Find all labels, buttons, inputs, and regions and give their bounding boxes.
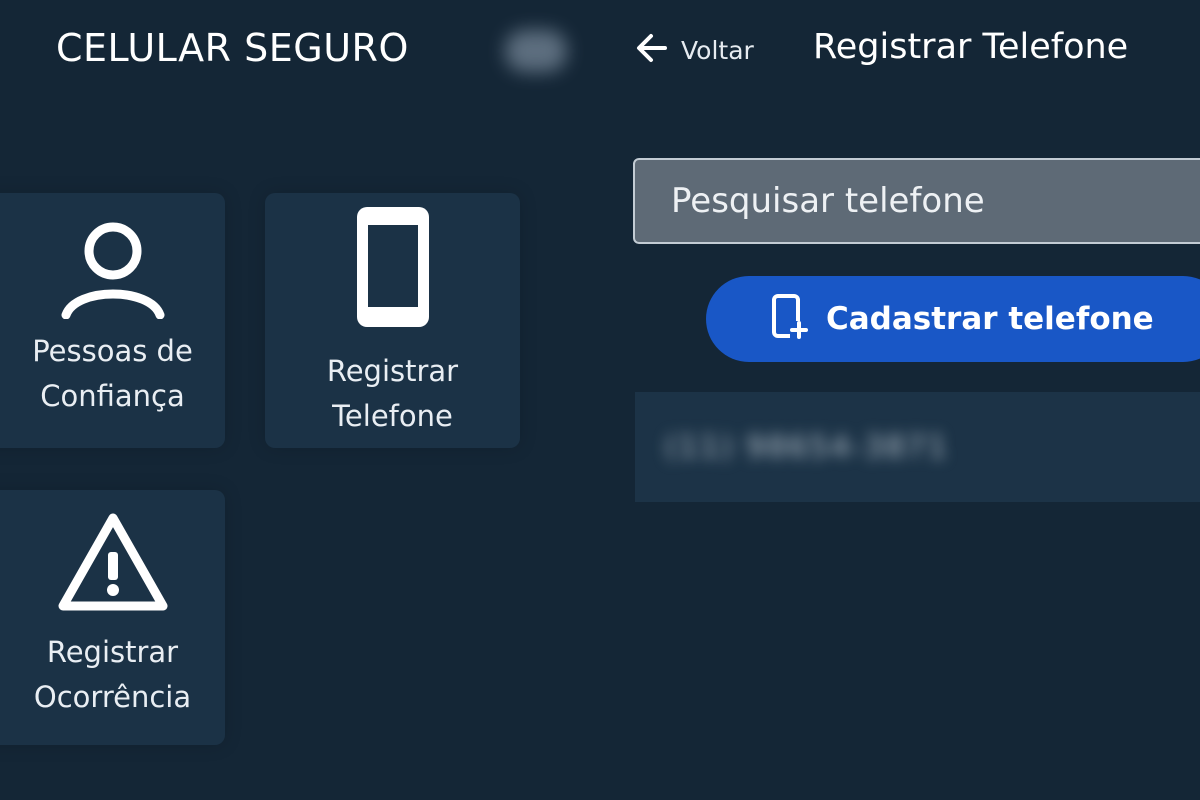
add-phone-button[interactable]: Cadastrar telefone [706,276,1200,362]
screen-title: Registrar Telefone [813,27,1129,67]
tile-label: Registrar Telefone [326,354,459,433]
tile-register-phone[interactable]: Registrar Telefone [265,193,520,448]
tile-label: Pessoas de Confiança [32,334,193,413]
blurred-avatar [505,30,567,72]
app-title: CELULAR SEGURO [56,26,409,70]
tile-trusted-people[interactable]: Pessoas de Confiança [0,193,225,448]
add-phone-label: Cadastrar telefone [826,301,1154,337]
register-phone-screen: Voltar Registrar Telefone Cadastrar tele… [600,0,1200,800]
tile-report-incident[interactable]: Registrar Ocorrência [0,490,225,745]
phone-number: (11) 98654-3871 [665,430,949,465]
warning-icon [57,510,169,616]
registered-phone-row[interactable]: (11) 98654-3871 [635,392,1200,502]
home-screen: CELULAR SEGURO Pessoas de Confiança Regi… [0,0,590,800]
search-phone-input[interactable] [633,158,1200,244]
tile-label: Registrar Ocorrência [33,635,192,714]
back-button[interactable]: Voltar [635,30,754,70]
back-label: Voltar [681,35,754,65]
smartphone-icon [353,203,433,335]
arrow-left-icon [635,31,669,69]
add-phone-icon [770,293,810,345]
person-icon [58,219,168,323]
